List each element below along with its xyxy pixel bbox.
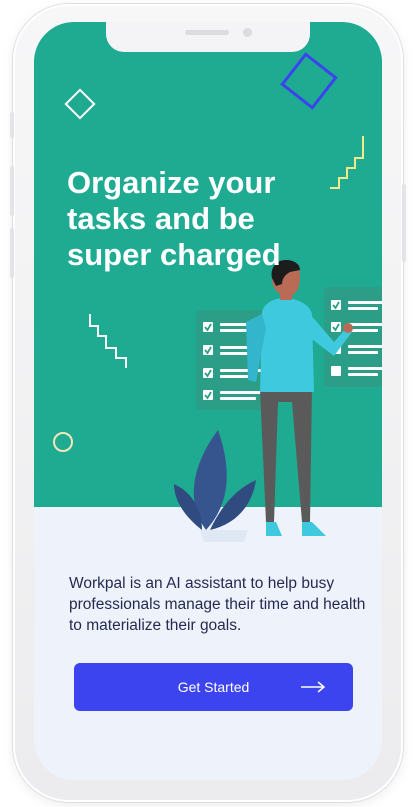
get-started-button[interactable]: Get Started	[74, 663, 353, 711]
mute-switch	[10, 112, 14, 138]
circle-outline-icon	[53, 432, 73, 452]
plant-icon	[174, 430, 256, 542]
speaker-grille	[185, 30, 229, 35]
volume-up-button	[10, 166, 14, 216]
checklist-board-right	[324, 287, 382, 387]
onboarding-headline: Organize your tasks and be super charged	[67, 165, 281, 272]
volume-down-button	[10, 228, 14, 278]
onboarding-description: Workpal is an AI assistant to help busy …	[69, 575, 366, 634]
power-button	[402, 184, 406, 262]
onboarding-screen: Organize your tasks and be super charged…	[34, 22, 382, 780]
arrow-right-icon	[301, 681, 326, 693]
diamond-outline-icon	[64, 88, 96, 120]
blue-diamond-icon	[280, 52, 338, 110]
white-stairs-icon	[89, 314, 127, 368]
notch	[106, 22, 310, 52]
front-camera	[243, 28, 252, 37]
hero-illustration	[53, 52, 382, 542]
